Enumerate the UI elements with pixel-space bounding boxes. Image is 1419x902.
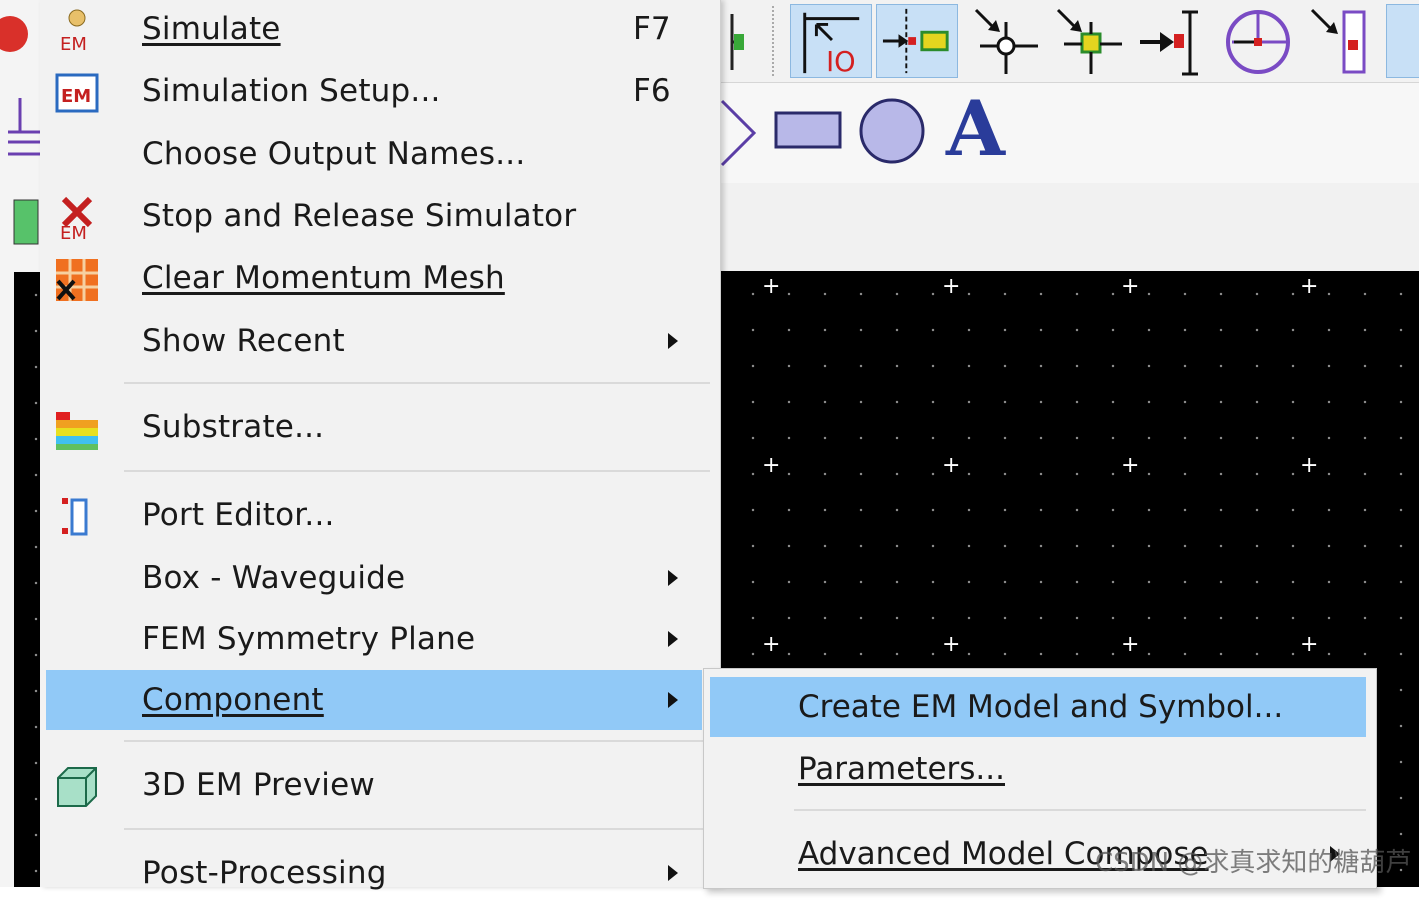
- substrate-icon: [56, 412, 98, 450]
- menu-item-substrate[interactable]: Substrate...: [48, 398, 712, 456]
- svg-text:EM: EM: [61, 86, 91, 107]
- menu-item-show-recent[interactable]: Show Recent: [48, 312, 712, 370]
- shape-toolbar: A: [720, 83, 1419, 183]
- grid-cross: +: [1300, 274, 1319, 299]
- menu-item-label: FEM Symmetry Plane: [142, 621, 476, 657]
- menu-separator: [124, 382, 710, 384]
- submenu-arrow-icon: [668, 865, 678, 881]
- menu-separator: [124, 740, 710, 742]
- menu-item-label: Port Editor...: [142, 497, 335, 533]
- svg-text:EM: EM: [60, 34, 87, 54]
- shortcut-label: F7: [633, 11, 671, 47]
- menu-item-label: Substrate...: [142, 409, 325, 445]
- em-stop-icon: EM: [60, 196, 93, 241]
- menu-item-simulation-setup[interactable]: EM Simulation Setup... F6: [48, 62, 712, 120]
- bus-icon[interactable]: [6, 92, 40, 172]
- circle-icon[interactable]: [858, 95, 930, 167]
- menu-item-label: Post-Processing: [142, 855, 387, 891]
- polygon-icon[interactable]: [720, 93, 760, 173]
- em-setup-icon: EM: [55, 73, 99, 113]
- menu-item-fem-symmetry-plane[interactable]: FEM Symmetry Plane: [48, 610, 712, 668]
- menu-item-post-processing[interactable]: Post-Processing: [48, 844, 712, 902]
- select-tool-icon[interactable]: IO: [790, 4, 872, 78]
- pin-icon[interactable]: [720, 8, 750, 78]
- menu-item-stop-release[interactable]: EM Stop and Release Simulator: [48, 187, 712, 245]
- insert-pin-icon[interactable]: [876, 4, 958, 78]
- grid-cross: +: [942, 274, 961, 299]
- text-icon[interactable]: A: [946, 89, 1005, 169]
- svg-text:EM: EM: [60, 223, 87, 241]
- grid-cross: +: [1121, 453, 1140, 478]
- menu-separator: [124, 470, 710, 472]
- grid-cross: +: [1121, 632, 1140, 657]
- blank-toolbar: [720, 183, 1419, 271]
- menu-item-3d-em-preview[interactable]: 3D EM Preview: [48, 756, 712, 814]
- menu-item-component[interactable]: Component: [46, 670, 702, 730]
- em-simulate-icon: EM: [60, 9, 87, 54]
- grid-cross: +: [762, 632, 781, 657]
- grid-cross: +: [942, 453, 961, 478]
- menu-item-label: 3D EM Preview: [142, 767, 375, 803]
- menu-item-label: Box - Waveguide: [142, 560, 406, 596]
- menu-item-choose-output-names[interactable]: Choose Output Names...: [48, 125, 712, 183]
- insert-ground-icon[interactable]: [1134, 4, 1216, 78]
- box-3d-icon[interactable]: [10, 188, 40, 258]
- menu-separator: [794, 809, 1366, 811]
- shortcut-label: F6: [633, 73, 671, 109]
- insert-node-icon[interactable]: [966, 4, 1048, 78]
- menu-item-simulate[interactable]: EM Simulate F7: [48, 0, 712, 58]
- submenu-item-label: Parameters...: [798, 751, 1005, 787]
- grid-cross: +: [1300, 453, 1319, 478]
- grid-cross: +: [1121, 274, 1140, 299]
- grid-cross: +: [762, 453, 781, 478]
- svg-text:IO: IO: [826, 47, 855, 77]
- menu-item-label: Simulate: [142, 11, 281, 47]
- submenu-arrow-icon: [668, 631, 678, 647]
- submenu-item-create-em-model[interactable]: Create EM Model and Symbol...: [710, 677, 1366, 737]
- grid-cross: +: [942, 632, 961, 657]
- tool-toolbar: IO: [720, 0, 1419, 83]
- menu-item-box-waveguide[interactable]: Box - Waveguide: [48, 549, 712, 607]
- menu-item-label: Choose Output Names...: [142, 136, 526, 172]
- menu-item-label: Stop and Release Simulator: [142, 198, 577, 234]
- menu-item-port-editor[interactable]: Port Editor...: [48, 486, 712, 544]
- submenu-arrow-icon: [668, 570, 678, 586]
- grid-cross: +: [762, 274, 781, 299]
- 3d-preview-icon: [57, 767, 97, 807]
- rectangle-icon[interactable]: [774, 105, 846, 155]
- layout-canvas-left[interactable]: [14, 272, 40, 887]
- submenu-item-parameters[interactable]: Parameters...: [710, 739, 1366, 799]
- toolbar-overflow[interactable]: [1386, 4, 1419, 78]
- menu-item-label: Simulation Setup...: [142, 73, 441, 109]
- submenu-item-label: Create EM Model and Symbol...: [798, 689, 1284, 725]
- insert-port-icon[interactable]: [1050, 4, 1132, 78]
- port-editor-icon: [62, 498, 88, 536]
- em-menu: EM Simulate F7 EM Simulation Setup... F6…: [40, 0, 721, 891]
- toolbar-separator: [772, 6, 777, 76]
- port-select-icon[interactable]: [1304, 4, 1386, 78]
- watermark-text: CSDN @求真求知的糖葫芦: [1095, 848, 1412, 878]
- menu-item-label: Show Recent: [142, 323, 345, 359]
- clear-mesh-icon: [56, 259, 98, 301]
- menu-item-clear-mesh[interactable]: Clear Momentum Mesh: [48, 249, 712, 307]
- grid-cross: +: [1300, 632, 1319, 657]
- probe-icon[interactable]: [1220, 4, 1302, 78]
- menu-item-label: Clear Momentum Mesh: [142, 260, 505, 296]
- submenu-arrow-icon: [668, 333, 678, 349]
- record-icon[interactable]: [0, 4, 40, 64]
- menu-item-label: Component: [142, 682, 324, 718]
- submenu-arrow-icon: [668, 692, 678, 708]
- menu-separator: [124, 828, 710, 830]
